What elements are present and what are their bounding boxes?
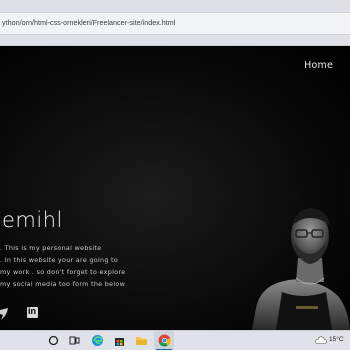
nav-home-link[interactable]: Home	[304, 60, 333, 71]
search-circle-icon[interactable]	[47, 334, 60, 347]
windows-taskbar: 15°C	[0, 330, 350, 350]
cloud-weather-icon[interactable]	[315, 336, 327, 344]
task-view-icon[interactable]	[68, 334, 81, 347]
edge-icon[interactable]	[91, 334, 104, 347]
file-explorer-icon[interactable]	[135, 334, 148, 347]
hero-text-line: . This is my personal website	[0, 244, 102, 252]
page-content: Home emihl . This is my personal website…	[0, 46, 350, 330]
portrait-image	[252, 208, 350, 330]
hero-title: emihl	[2, 208, 63, 232]
store-icon[interactable]	[113, 334, 126, 347]
hero-text-line: . In this website your are going to	[0, 256, 119, 264]
hero-text-line: my work . so don't forget to explore	[0, 268, 126, 276]
linkedin-glyph: in	[28, 306, 36, 316]
url-text[interactable]: ython/orn/html-css-ornekleri/Freelancer-…	[2, 18, 175, 27]
chrome-icon[interactable]	[158, 334, 171, 347]
twitter-icon[interactable]	[0, 308, 8, 320]
browser-address-bar: ython/orn/html-css-ornekleri/Freelancer-…	[0, 0, 350, 46]
hero-text-line: my social media too form the below	[0, 280, 126, 288]
weather-temperature[interactable]: 15°C	[329, 336, 344, 343]
url-bar[interactable]: ython/orn/html-css-ornekleri/Freelancer-…	[0, 12, 350, 35]
hero-description: . This is my personal website . In this …	[0, 242, 126, 290]
linkedin-icon[interactable]: in	[27, 306, 38, 318]
